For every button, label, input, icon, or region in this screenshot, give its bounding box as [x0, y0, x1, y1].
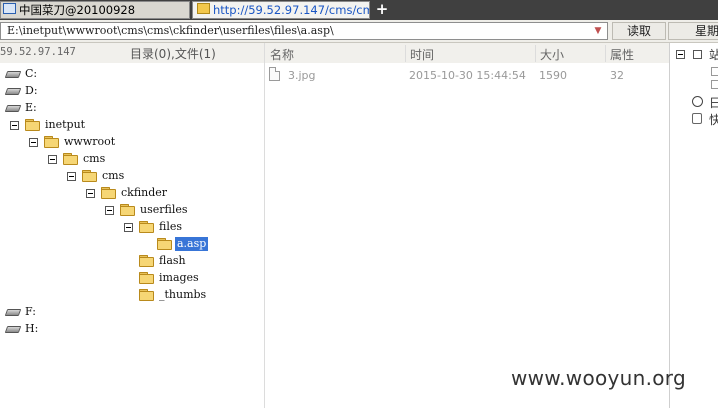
note-icon — [692, 113, 702, 124]
watermark: www.wooyun.org — [511, 366, 686, 390]
drive-icon — [6, 87, 20, 95]
tree-item-cms[interactable]: cms — [83, 152, 105, 166]
tree-item-inetput[interactable]: inetput — [45, 118, 85, 132]
tab-shell-url[interactable]: http://59.52.97.147/cms/cms... — [192, 1, 370, 19]
drive-icon — [6, 104, 20, 112]
tree-item-a-asp[interactable]: a.asp — [175, 237, 209, 251]
column-header-size[interactable]: 大小 — [540, 46, 564, 63]
file-icon — [269, 67, 280, 81]
path-input[interactable]: E:\inetput\wwwroot\cms\cms\ckfinder\user… — [0, 22, 608, 40]
collapse-toggle[interactable] — [86, 189, 95, 198]
window-icon — [3, 3, 16, 14]
tree-item-ckfinder[interactable]: ckfinder — [121, 186, 167, 200]
directory-tree: C: D: E: inetput wwwroot cms cms ckfinde… — [0, 64, 264, 408]
drive-icon — [6, 70, 20, 78]
tab-label: http://59.52.97.147/cms/cms... — [213, 3, 369, 17]
column-header-time[interactable]: 时间 — [410, 46, 434, 63]
collapse-toggle[interactable] — [676, 50, 685, 59]
tree-item-cms-sub[interactable]: cms — [102, 169, 124, 183]
folder-icon — [82, 170, 97, 182]
clock-icon — [692, 96, 703, 107]
side-item-quick[interactable]: 快 — [709, 111, 718, 128]
folder-icon — [139, 221, 154, 233]
folder-icon — [197, 3, 210, 14]
column-divider[interactable] — [535, 45, 536, 62]
tree-item-thumbs[interactable]: _thumbs — [159, 288, 206, 302]
file-size: 1590 — [539, 69, 567, 82]
tab-label: 中国菜刀@20100928 — [19, 3, 136, 17]
new-tab-button[interactable]: + — [372, 2, 392, 18]
chevron-down-icon[interactable]: ▼ — [590, 23, 606, 39]
page-icon — [711, 80, 718, 89]
tab-chinese-chopper[interactable]: 中国菜刀@20100928 — [0, 1, 190, 19]
column-divider[interactable] — [405, 45, 406, 62]
tree-item-c[interactable]: C: — [25, 67, 37, 81]
collapse-toggle[interactable] — [48, 155, 57, 164]
folder-icon — [63, 153, 78, 165]
file-name: 3.jpg — [288, 69, 316, 82]
item-counts: 目录(0),文件(1) — [130, 47, 216, 61]
tree-item-images[interactable]: images — [159, 271, 199, 285]
folder-icon — [44, 136, 59, 148]
collapse-toggle[interactable] — [105, 206, 114, 215]
collapse-toggle[interactable] — [10, 121, 19, 130]
calendar-button[interactable]: 星期 — [668, 22, 718, 40]
drive-icon — [6, 325, 20, 333]
folder-icon — [139, 255, 154, 267]
collapse-toggle[interactable] — [124, 223, 133, 232]
tree-item-e[interactable]: E: — [25, 101, 37, 115]
folder-icon — [120, 204, 135, 216]
file-attr: 32 — [610, 69, 624, 82]
tree-item-d[interactable]: D: — [25, 84, 38, 98]
column-divider[interactable] — [605, 45, 606, 62]
open-folder-icon — [157, 238, 172, 250]
folder-icon — [25, 119, 40, 131]
tree-item-h[interactable]: H: — [25, 322, 38, 336]
side-item-site[interactable]: 站 — [709, 46, 718, 63]
checkbox[interactable] — [693, 50, 702, 59]
file-table-header — [265, 43, 669, 63]
side-item-log[interactable]: 日 — [709, 94, 718, 111]
tree-item-f[interactable]: F: — [25, 305, 36, 319]
collapse-toggle[interactable] — [67, 172, 76, 181]
side-panel-divider[interactable] — [669, 43, 670, 408]
read-button[interactable]: 读取 — [612, 22, 666, 40]
folder-icon — [101, 187, 116, 199]
file-time: 2015-10-30 15:44:54 — [409, 69, 526, 82]
page-icon — [711, 67, 718, 76]
pane-divider[interactable] — [264, 43, 265, 408]
host-label: 59.52.97.147 — [0, 46, 76, 58]
column-header-name[interactable]: 名称 — [270, 46, 294, 63]
tree-item-wwwroot[interactable]: wwwroot — [64, 135, 115, 149]
folder-icon — [139, 272, 154, 284]
drive-icon — [6, 308, 20, 316]
collapse-toggle[interactable] — [29, 138, 38, 147]
folder-icon — [139, 289, 154, 301]
tree-item-files[interactable]: files — [159, 220, 182, 234]
tree-item-flash[interactable]: flash — [159, 254, 186, 268]
tree-item-userfiles[interactable]: userfiles — [140, 203, 188, 217]
column-header-attr[interactable]: 属性 — [610, 46, 634, 63]
